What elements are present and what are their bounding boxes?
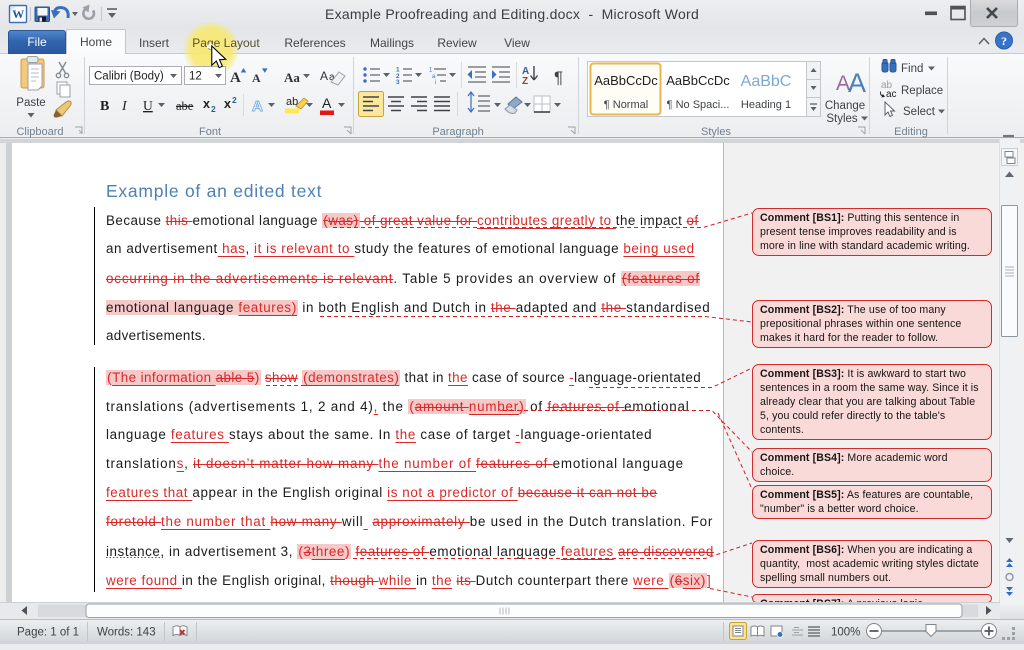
svg-text:2: 2 <box>211 104 216 114</box>
svg-text:Select: Select <box>903 106 936 118</box>
svg-text:A: A <box>320 69 328 83</box>
svg-text:Change: Change <box>825 100 865 112</box>
svg-text:I: I <box>121 99 128 114</box>
svg-text:ac: ac <box>886 89 897 100</box>
svg-text:A: A <box>848 68 866 98</box>
svg-text:Find: Find <box>901 63 923 75</box>
svg-text:AaBbCcDc: AaBbCcDc <box>666 73 730 88</box>
svg-text:Font: Font <box>199 126 221 138</box>
svg-text:Page: 1 of 1: Page: 1 of 1 <box>17 627 79 639</box>
svg-text:¶: ¶ <box>554 68 563 87</box>
svg-text:100%: 100% <box>831 627 860 639</box>
svg-text:¶ No Spaci...: ¶ No Spaci... <box>667 99 730 111</box>
svg-text:U: U <box>143 98 153 113</box>
svg-text:Aa: Aa <box>284 70 300 85</box>
svg-text:Editing: Editing <box>894 126 928 138</box>
svg-text:A: A <box>252 98 263 115</box>
svg-text:Paste: Paste <box>16 97 45 109</box>
svg-text:B: B <box>100 99 109 114</box>
svg-text:A: A <box>322 95 332 111</box>
svg-text:?: ? <box>1001 34 1007 48</box>
svg-text:Styles: Styles <box>826 113 858 125</box>
svg-text:abe: abe <box>176 99 194 113</box>
svg-text:x: x <box>203 97 210 111</box>
svg-text:3: 3 <box>396 79 400 86</box>
svg-text:AaBbC⁢: AaBbC⁢ <box>741 73 792 90</box>
svg-text:Z: Z <box>522 76 528 87</box>
svg-text:Heading 1: Heading 1 <box>741 99 791 111</box>
svg-text:Calibri (Body): Calibri (Body) <box>94 71 164 83</box>
svg-text:¶ Normal: ¶ Normal <box>604 99 648 111</box>
svg-text:1: 1 <box>429 68 433 74</box>
svg-text:Styles: Styles <box>701 126 731 138</box>
svg-text:12: 12 <box>189 71 202 83</box>
svg-text:i: i <box>435 80 436 86</box>
svg-text:Paragraph: Paragraph <box>432 126 483 138</box>
svg-text:AaBbCcDc: AaBbCcDc <box>594 73 658 88</box>
svg-text:2: 2 <box>232 95 237 105</box>
svg-text:Replace: Replace <box>901 85 943 97</box>
svg-text:Words: 143: Words: 143 <box>97 627 156 639</box>
svg-text:A: A <box>252 71 261 85</box>
svg-text:Clipboard: Clipboard <box>16 126 63 138</box>
svg-text:x: x <box>224 97 231 111</box>
